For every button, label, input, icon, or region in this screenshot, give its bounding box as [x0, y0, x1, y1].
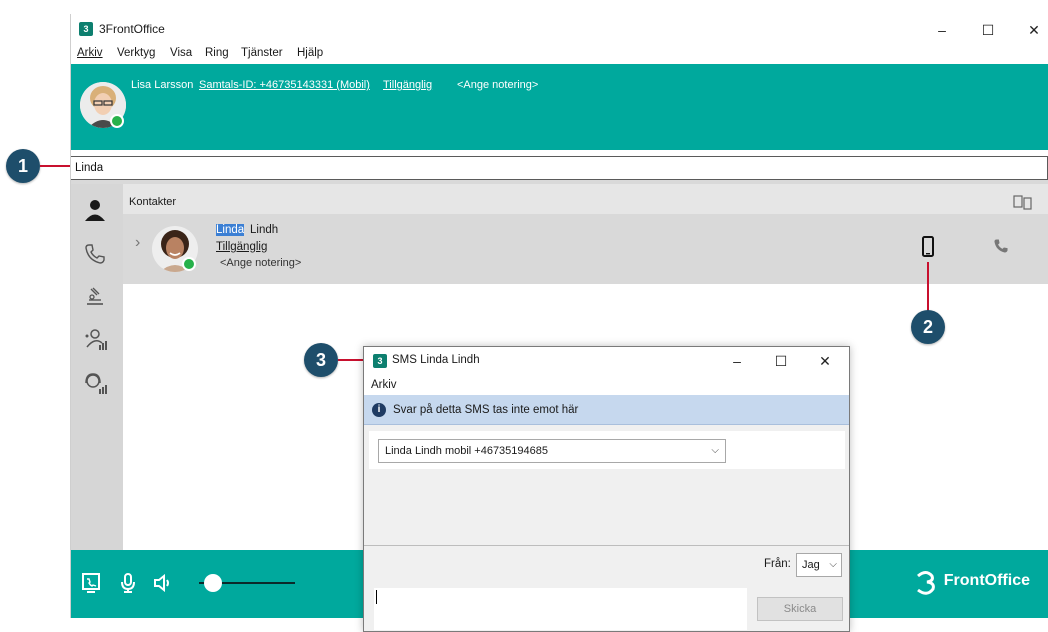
sms-menu-bar: Arkiv	[364, 375, 849, 395]
menu-verktyg[interactable]: Verktyg	[117, 47, 155, 59]
voicemail-icon[interactable]	[81, 282, 109, 310]
screen-share-icon[interactable]	[81, 572, 101, 597]
user-name: Lisa Larsson	[131, 79, 194, 91]
speaker-icon[interactable]	[153, 573, 175, 595]
callout-2-line	[927, 262, 929, 312]
sidebar	[71, 184, 123, 550]
recipient-chevron-down-icon: ⌵	[711, 445, 719, 456]
title-bar: 3 3FrontOffice – ☐ ✕	[71, 14, 1048, 44]
user-header: Lisa Larsson Samtals-ID: +46735143331 (M…	[71, 64, 1048, 150]
contact-first-name: Linda	[216, 224, 245, 236]
from-select[interactable]: Jag ⌵	[796, 553, 842, 577]
recipient-select[interactable]: Linda Lindh mobil +46735194685 ⌵	[378, 439, 726, 463]
contact-status-link[interactable]: Tillgänglig	[216, 241, 267, 253]
microphone-icon[interactable]	[119, 572, 137, 597]
sms-dialog-title: SMS Linda Lindh	[392, 354, 480, 366]
contact-last-name: Lindh	[250, 224, 279, 236]
headset-stats-icon[interactable]	[81, 370, 109, 398]
call-icon[interactable]	[993, 238, 1009, 257]
layout-toggle-icon[interactable]	[1013, 194, 1033, 213]
send-button[interactable]: Skicka	[757, 597, 843, 621]
sms-minimize-button[interactable]: –	[714, 348, 760, 374]
contacts-icon[interactable]	[81, 196, 109, 224]
search-bar	[71, 156, 1048, 180]
callout-1: 1	[6, 149, 40, 183]
menu-hjalp[interactable]: Hjälp	[297, 47, 323, 59]
sms-close-button[interactable]: ✕	[802, 348, 848, 374]
frontoffice-logo-text: FrontOffice	[943, 572, 1030, 589]
recipient-panel: Linda Lindh mobil +46735194685 ⌵	[369, 431, 845, 469]
callout-1-line	[40, 165, 72, 167]
sms-title-bar: 3 SMS Linda Lindh – ☐ ✕	[364, 347, 849, 375]
from-value: Jag	[802, 559, 820, 571]
info-icon: i	[372, 403, 386, 417]
maximize-button[interactable]: ☐	[965, 17, 1011, 43]
callout-3-line	[338, 359, 364, 361]
menu-ring[interactable]: Ring	[205, 47, 229, 59]
from-label: Från:	[764, 558, 791, 570]
call-id-link[interactable]: Samtals-ID: +46735143331 (Mobil)	[199, 79, 370, 91]
contact-note[interactable]: <Ange notering>	[220, 257, 301, 269]
frontoffice-logo-icon	[913, 570, 939, 599]
sms-info-text: Svar på detta SMS tas inte emot här	[393, 404, 579, 416]
recipient-value: Linda Lindh mobil +46735194685	[385, 445, 549, 457]
volume-slider-thumb[interactable]	[204, 574, 223, 592]
queue-agents-icon[interactable]	[81, 326, 109, 354]
app-logo-icon: 3	[79, 22, 93, 36]
mobile-phone-icon[interactable]	[921, 236, 935, 261]
sms-maximize-button[interactable]: ☐	[758, 348, 804, 374]
contact-row[interactable]: › Linda Lindh Tillgänglig <Ange notering…	[123, 214, 1048, 284]
menu-visa[interactable]: Visa	[170, 47, 192, 59]
sms-menu-arkiv[interactable]: Arkiv	[371, 379, 397, 391]
menu-bar: Arkiv Verktyg Visa Ring Tjänster Hjälp	[71, 44, 1048, 64]
phone-icon[interactable]	[81, 240, 109, 268]
sms-dialog: 3 SMS Linda Lindh – ☐ ✕ Arkiv i Svar på …	[363, 346, 850, 632]
expand-chevron-icon[interactable]: ›	[135, 234, 140, 252]
sms-app-icon: 3	[373, 354, 387, 368]
contacts-section-label: Kontakter	[129, 196, 177, 208]
search-input[interactable]	[75, 160, 675, 176]
user-status-link[interactable]: Tillgänglig	[383, 79, 432, 91]
text-cursor	[376, 590, 377, 604]
menu-tjanster[interactable]: Tjänster	[241, 47, 283, 59]
message-input[interactable]	[374, 588, 747, 630]
user-note[interactable]: <Ange notering>	[457, 79, 538, 91]
contacts-section-header: Kontakter	[123, 184, 1048, 214]
window-title: 3FrontOffice	[99, 22, 165, 36]
sms-info-bar: i Svar på detta SMS tas inte emot här	[364, 395, 849, 425]
callout-3: 3	[304, 343, 338, 377]
user-status-dot	[110, 114, 124, 128]
menu-arkiv[interactable]: Arkiv	[77, 47, 103, 59]
close-button[interactable]: ✕	[1011, 17, 1048, 43]
minimize-button[interactable]: –	[919, 17, 965, 43]
sms-separator	[364, 545, 849, 546]
from-chevron-down-icon: ⌵	[829, 559, 837, 570]
contact-status-dot	[182, 257, 196, 271]
callout-2: 2	[911, 310, 945, 344]
